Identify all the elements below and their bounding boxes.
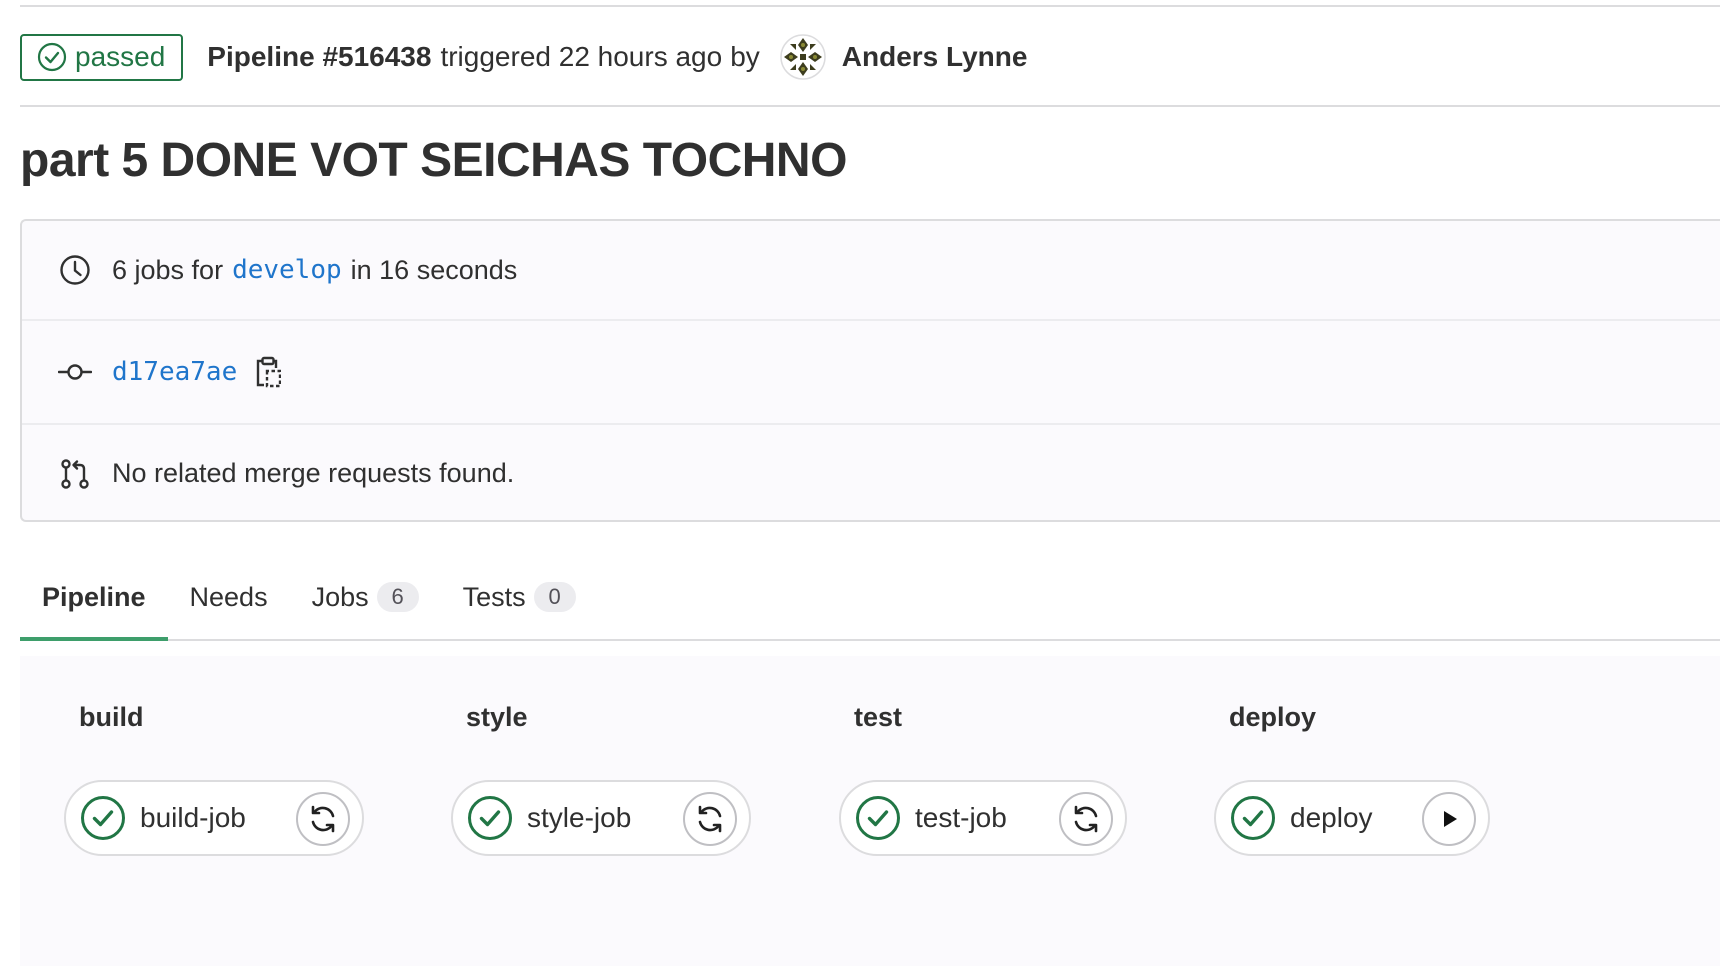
job-deploy[interactable]: deploy bbox=[1214, 780, 1490, 856]
tests-count-badge: 0 bbox=[533, 582, 576, 612]
jobs-prefix: 6 jobs for bbox=[112, 254, 224, 285]
pipeline-summary: Pipeline #516438 triggered 22 hours ago … bbox=[207, 41, 759, 73]
tab-label: Needs bbox=[189, 581, 268, 612]
top-divider bbox=[20, 5, 1720, 7]
success-status-icon bbox=[856, 796, 900, 840]
triggered-text: triggered 22 hours ago bbox=[440, 41, 723, 72]
job-test-job[interactable]: test-job bbox=[839, 780, 1127, 856]
status-badge[interactable]: passed bbox=[20, 33, 184, 81]
commit-icon bbox=[58, 355, 92, 389]
retry-button[interactable] bbox=[296, 792, 350, 846]
job-name: test-job bbox=[915, 802, 1007, 833]
retry-button[interactable] bbox=[1059, 792, 1113, 846]
job-name: deploy bbox=[1290, 802, 1373, 833]
duration-text: in 16 seconds bbox=[350, 254, 518, 285]
by-text: by bbox=[730, 41, 760, 72]
success-status-icon bbox=[468, 796, 512, 840]
jobs-count-badge: 6 bbox=[376, 582, 419, 612]
tab-jobs[interactable]: Jobs 6 bbox=[290, 555, 441, 639]
tab-label: Jobs bbox=[311, 581, 369, 612]
job-name: build-job bbox=[140, 802, 246, 833]
stage-title-build: build bbox=[79, 702, 144, 732]
stage-title-style: style bbox=[466, 702, 528, 732]
tab-needs[interactable]: Needs bbox=[168, 555, 290, 639]
author-name[interactable]: Anders Lynne bbox=[842, 41, 1028, 73]
merge-request-icon bbox=[58, 457, 92, 491]
avatar[interactable] bbox=[780, 34, 826, 80]
pipeline-graph: build build-job style style-job test tes… bbox=[20, 656, 1720, 966]
commit-row: d17ea7ae bbox=[22, 321, 1720, 425]
job-style-job[interactable]: style-job bbox=[451, 780, 751, 856]
pipeline-id: Pipeline #516438 bbox=[207, 41, 432, 72]
copy-sha-button[interactable] bbox=[253, 355, 283, 389]
merge-requests-row: No related merge requests found. bbox=[22, 425, 1720, 522]
retry-icon bbox=[311, 805, 335, 833]
success-status-icon bbox=[81, 796, 125, 840]
tab-tests[interactable]: Tests 0 bbox=[441, 555, 598, 639]
job-build-job[interactable]: build-job bbox=[64, 780, 364, 856]
play-button[interactable] bbox=[1422, 792, 1476, 846]
success-status-icon bbox=[1231, 796, 1275, 840]
tab-label: Pipeline bbox=[42, 581, 146, 612]
tab-label: Tests bbox=[462, 581, 526, 612]
branch-link[interactable]: develop bbox=[232, 255, 342, 285]
clipboard-icon bbox=[257, 356, 282, 388]
job-name: style-job bbox=[527, 802, 632, 833]
pipeline-tabs: Pipeline Needs Jobs 6 Tests 0 bbox=[20, 555, 1720, 641]
retry-icon bbox=[1074, 805, 1098, 833]
status-label: passed bbox=[75, 41, 166, 72]
pipeline-info-box: 6 jobs for develop in 16 seconds d17ea7a… bbox=[20, 219, 1720, 522]
commit-sha-link[interactable]: d17ea7ae bbox=[112, 357, 237, 387]
pipeline-header: passed Pipeline #516438 triggered 22 hou… bbox=[20, 33, 1720, 81]
header-divider bbox=[20, 105, 1720, 107]
check-circle-icon bbox=[37, 42, 67, 72]
retry-icon bbox=[698, 805, 722, 833]
tab-pipeline[interactable]: Pipeline bbox=[20, 555, 168, 641]
jobs-duration-row: 6 jobs for develop in 16 seconds bbox=[22, 221, 1720, 321]
play-icon bbox=[1444, 811, 1457, 827]
merge-requests-text: No related merge requests found. bbox=[112, 458, 515, 488]
clock-icon bbox=[58, 253, 92, 287]
page-title: part 5 DONE VOT SEICHAS TOCHNO bbox=[20, 134, 847, 187]
stage-title-deploy: deploy bbox=[1229, 702, 1317, 732]
stage-title-test: test bbox=[854, 702, 903, 732]
retry-button[interactable] bbox=[683, 792, 737, 846]
